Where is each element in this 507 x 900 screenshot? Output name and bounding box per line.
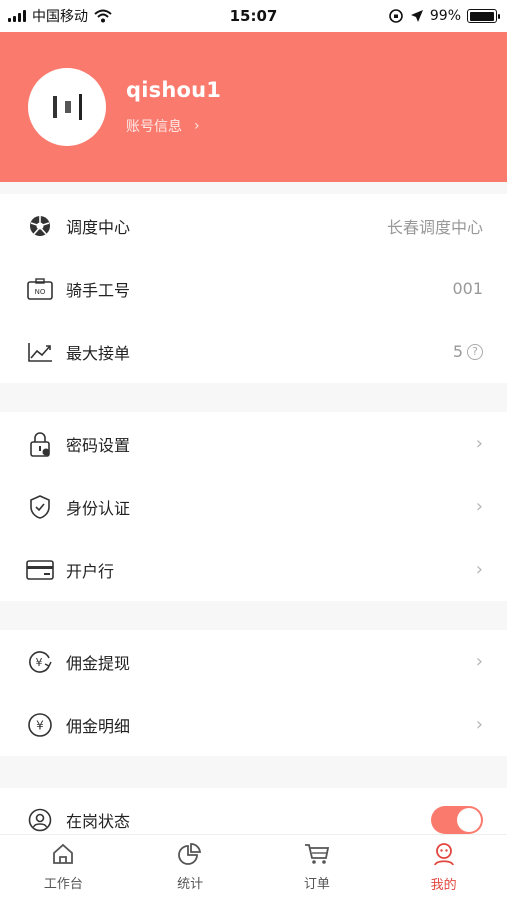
row-identity-verification[interactable]: 身份认证 › — [0, 475, 507, 538]
account-info-label: 账号信息 — [126, 119, 182, 135]
info-section: 调度中心 长春调度中心 NO 骑手工号 001 最大接单 5 ? — [0, 194, 507, 383]
row-label: 调度中心 — [66, 217, 131, 237]
chevron-right-icon: › — [475, 559, 483, 580]
aperture-icon — [26, 212, 54, 240]
svg-text:¥: ¥ — [36, 718, 44, 732]
cart-icon — [304, 844, 329, 864]
row-commission-details[interactable]: ¥ 佣金明细 › — [0, 693, 507, 756]
pie-chart-icon — [178, 843, 202, 865]
row-label: 佣金明细 — [66, 716, 131, 736]
username: qishou1 — [126, 78, 222, 102]
row-label: 开户行 — [66, 561, 115, 581]
help-icon[interactable]: ? — [467, 343, 483, 360]
chevron-right-icon: › — [475, 714, 483, 735]
account-section: 密码设置 › 身份认证 › 开户行 › — [0, 412, 507, 601]
battery-icon — [467, 9, 500, 23]
clock: 15:07 — [229, 7, 278, 25]
row-label: 骑手工号 — [66, 280, 131, 300]
yuan-withdraw-icon: ¥ — [26, 648, 54, 676]
row-value: 001 — [452, 279, 483, 298]
tab-workbench[interactable]: 工作台 — [0, 843, 126, 892]
row-label: 佣金提现 — [66, 653, 131, 673]
status-right: 99% — [388, 8, 500, 24]
row-rider-number: NO 骑手工号 001 — [0, 257, 507, 320]
status-left: 中国移动 — [8, 6, 112, 26]
tab-bar: 工作台 统计 订单 我的 — [0, 834, 507, 900]
tab-label: 工作台 — [43, 877, 83, 892]
tab-label: 我的 — [430, 878, 457, 893]
row-commission-withdraw[interactable]: ¥ 佣金提现 › — [0, 630, 507, 693]
duty-toggle[interactable] — [431, 805, 483, 834]
toggle-knob — [457, 807, 481, 832]
battery-fill — [469, 11, 495, 21]
tab-label: 订单 — [303, 877, 330, 892]
account-info-link[interactable]: 账号信息 › — [126, 116, 221, 136]
tab-label: 统计 — [177, 877, 204, 892]
home-icon — [53, 843, 74, 864]
signal-icon — [8, 10, 26, 22]
rotation-lock-icon — [389, 9, 403, 23]
row-value: 长春调度中心 — [386, 217, 483, 237]
row-label: 密码设置 — [66, 435, 131, 455]
id-badge-icon: NO — [26, 275, 54, 303]
row-value: 5 ? — [453, 342, 483, 361]
user-face-icon — [433, 843, 454, 866]
row-label: 最大接单 — [66, 343, 131, 363]
location-arrow-icon — [410, 10, 423, 22]
row-dispatch-center: 调度中心 长春调度中心 — [0, 194, 507, 257]
user-circle-icon — [26, 806, 54, 834]
avatar[interactable] — [28, 68, 106, 146]
tab-orders[interactable]: 订单 — [254, 843, 380, 892]
row-label: 在岗状态 — [66, 811, 131, 831]
commission-section: ¥ 佣金提现 › ¥ 佣金明细 › — [0, 630, 507, 756]
row-password-settings[interactable]: 密码设置 › — [0, 412, 507, 475]
svg-text:NO: NO — [35, 288, 46, 296]
lock-icon — [26, 430, 54, 458]
status-bar: 中国移动 15:07 99% — [0, 0, 507, 32]
yuan-circle-icon: ¥ — [26, 711, 54, 739]
chevron-right-icon: › — [475, 651, 483, 672]
chevron-right-icon: › — [475, 496, 483, 517]
shield-check-icon — [26, 493, 54, 521]
chevron-right-icon: › — [194, 118, 200, 134]
svg-text:¥: ¥ — [36, 656, 43, 669]
row-bank-account[interactable]: 开户行 › — [0, 538, 507, 601]
wifi-icon — [94, 9, 112, 23]
carrier-name: 中国移动 — [32, 9, 88, 25]
tab-mine[interactable]: 我的 — [381, 842, 507, 893]
max-orders-value: 5 — [452, 342, 463, 361]
profile-header: qishou1 账号信息 › — [0, 32, 507, 182]
tab-statistics[interactable]: 统计 — [127, 843, 253, 892]
row-max-orders: 最大接单 5 ? — [0, 320, 507, 383]
profile-info: qishou1 账号信息 › — [126, 78, 221, 136]
battery-percent: 99% — [429, 8, 461, 24]
trend-chart-icon — [26, 338, 54, 366]
row-label: 身份认证 — [66, 498, 131, 518]
bank-card-icon — [26, 556, 54, 584]
chevron-right-icon: › — [475, 433, 483, 454]
